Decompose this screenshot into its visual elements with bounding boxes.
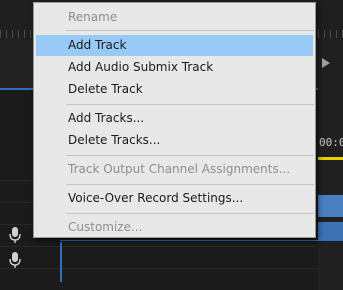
- menu-separator: [66, 155, 314, 156]
- track-selection-line: [60, 240, 343, 241]
- menu-item-add-tracks[interactable]: Add Tracks...: [36, 108, 313, 129]
- menu-item-voice-over-record-settings[interactable]: Voice-Over Record Settings...: [36, 188, 313, 209]
- menu-item-delete-track[interactable]: Delete Track: [36, 79, 313, 100]
- timecode-readout: 00:00: [319, 136, 343, 149]
- menu-separator: [66, 30, 314, 31]
- audio-clip[interactable]: [318, 222, 343, 240]
- microphone-icon[interactable]: [8, 226, 22, 244]
- audio-clip[interactable]: [318, 195, 343, 217]
- menu-separator: [66, 104, 314, 105]
- play-icon[interactable]: [322, 58, 330, 68]
- menu-item-delete-tracks[interactable]: Delete Tracks...: [36, 130, 313, 151]
- work-area-bar[interactable]: [318, 157, 343, 160]
- menu-item-add-audio-submix-track[interactable]: Add Audio Submix Track: [36, 57, 313, 78]
- track-context-menu: Rename Add Track Add Audio Submix Track …: [33, 2, 316, 238]
- menu-item-add-track[interactable]: Add Track: [36, 35, 313, 56]
- menu-item-customize: Customize...: [68, 220, 143, 234]
- timeline-right-area: [318, 40, 343, 290]
- microphone-icon[interactable]: [8, 251, 22, 269]
- menu-separator: [66, 184, 314, 185]
- menu-separator: [66, 213, 314, 214]
- track-selection-edge: [60, 242, 62, 282]
- menu-item-track-output-channel-assignments: Track Output Channel Assignments...: [68, 162, 291, 176]
- menu-item-rename: Rename: [68, 10, 118, 24]
